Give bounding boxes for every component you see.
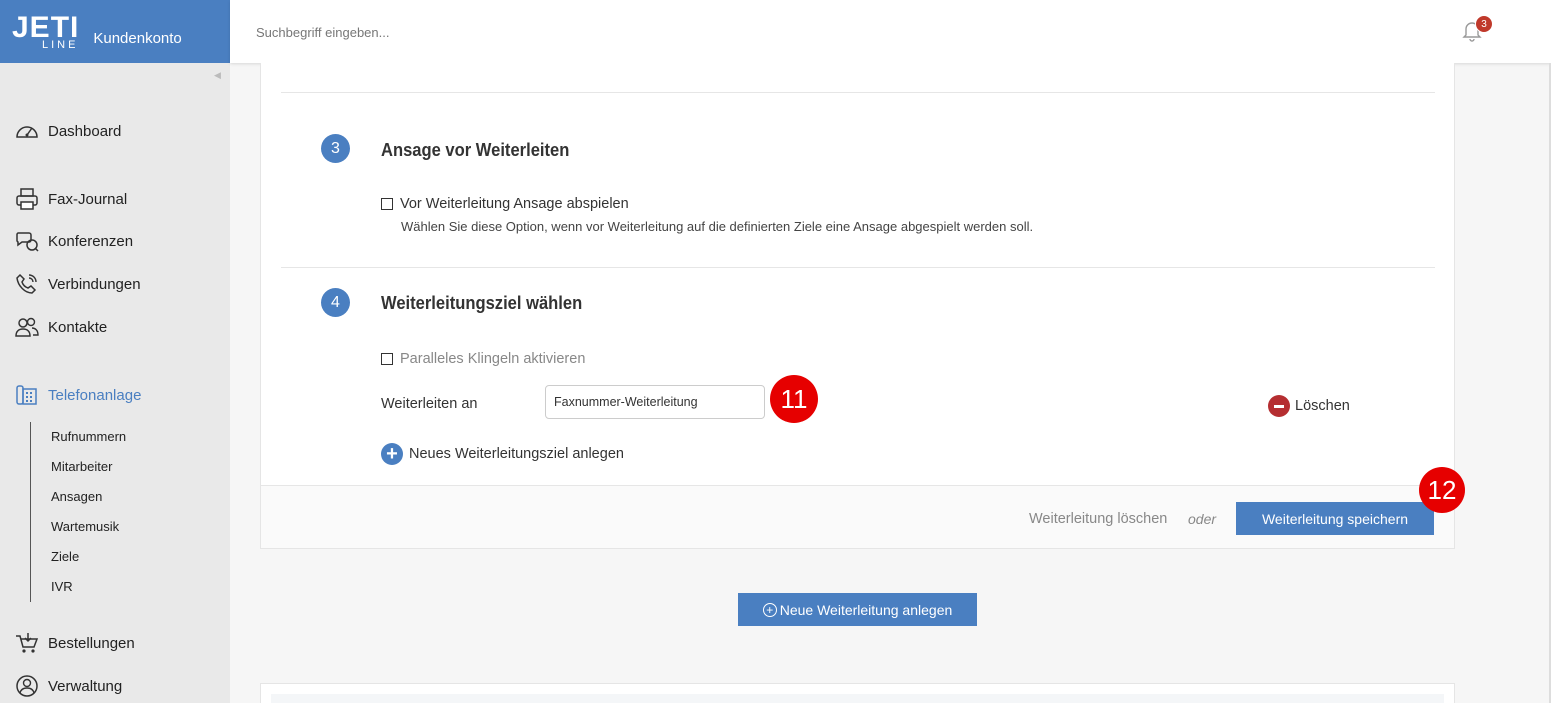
add-target-button[interactable]: + Neues Weiterleitungsziel anlegen <box>381 443 624 465</box>
minus-circle-icon <box>1268 395 1290 417</box>
subnav-item-ziele[interactable]: Ziele <box>51 549 79 564</box>
sidebar-item-kontakte[interactable]: Kontakte <box>14 315 107 339</box>
sidebar-item-verwaltung[interactable]: Verwaltung <box>14 674 122 698</box>
plus-circle-icon: + <box>381 443 403 465</box>
forwarding-card: 3 Ansage vor Weiterleiten Vor Weiterleit… <box>260 63 1465 549</box>
or-label: oder <box>1188 511 1217 527</box>
sidebar-item-label: Kontakte <box>48 318 108 336</box>
add-target-label: Neues Weiterleitungsziel anlegen <box>409 446 624 462</box>
section-title-ansage: Ansage vor Weiterleiten <box>381 140 570 160</box>
parallel-ringing-checkbox[interactable] <box>381 353 393 365</box>
parallel-ringing-label[interactable]: Paralleles Klingeln aktivieren <box>400 351 585 367</box>
sidebar-item-fax-journal[interactable]: Fax-Journal <box>14 187 127 211</box>
divider <box>281 267 1435 268</box>
notification-badge: 3 <box>1475 15 1493 33</box>
admin-icon <box>14 674 40 698</box>
account-label: Kundenkonto <box>93 30 182 47</box>
plus-circle-icon: + <box>762 602 777 617</box>
step-number-4: 4 <box>321 288 350 317</box>
fax-icon <box>14 187 40 211</box>
sidebar-item-label: Verbindungen <box>48 275 141 293</box>
brand-bar[interactable]: JETI LINE Kundenkonto <box>0 0 230 63</box>
section-title-ziel: Weiterleitungsziel wählen <box>381 293 583 313</box>
announcement-checkbox-label[interactable]: Vor Weiterleitung Ansage abspielen <box>400 196 629 212</box>
annotation-marker-11: 11 <box>770 375 818 423</box>
step-number-3: 3 <box>321 134 350 163</box>
collapse-sidebar-icon[interactable]: ◀ <box>214 70 221 81</box>
logo-subtext: LINE <box>42 38 79 51</box>
new-forwarding-button[interactable]: + Neue Weiterleitung anlegen <box>738 593 977 626</box>
sidebar-item-label: Bestellungen <box>48 634 135 652</box>
logo-text: JETI <box>12 10 80 44</box>
annotation-marker-12: 12 <box>1419 467 1465 513</box>
forward-to-label: Weiterleiten an <box>381 396 478 412</box>
sidebar-item-bestellungen[interactable]: Bestellungen <box>14 631 135 655</box>
subnav-item-mitarbeiter[interactable]: Mitarbeiter <box>51 459 112 474</box>
sidebar-item-dashboard[interactable]: Dashboard <box>14 119 121 143</box>
subnav-item-ansagen[interactable]: Ansagen <box>51 489 102 504</box>
sidebar-item-label: Telefonanlage <box>48 386 142 404</box>
save-forwarding-button[interactable]: Weiterleitung speichern <box>1236 502 1434 535</box>
sidebar-item-telefonanlage[interactable]: Telefonanlage <box>14 383 141 407</box>
sidebar-item-label: Fax-Journal <box>48 190 128 208</box>
subnav-item-rufnummern[interactable]: Rufnummern <box>51 429 126 444</box>
sidebar-item-label: Verwaltung <box>48 677 123 695</box>
sidebar: JETI LINE Kundenkonto ◀ Dashboard Fax-Jo… <box>0 0 230 703</box>
conference-icon <box>14 229 40 253</box>
telefonanlage-subnav: Rufnummern Mitarbeiter Ansagen Wartemusi… <box>30 422 220 602</box>
sidebar-item-verbindungen[interactable]: Verbindungen <box>14 272 141 296</box>
next-card <box>260 683 1455 703</box>
subnav-item-ivr[interactable]: IVR <box>51 579 73 594</box>
subnav-item-wartemusik[interactable]: Wartemusik <box>51 519 119 534</box>
phone-icon <box>14 272 40 296</box>
new-forwarding-label: Neue Weiterleitung anlegen <box>779 601 953 618</box>
announcement-hint: Wählen Sie diese Option, wenn vor Weiter… <box>401 219 1034 234</box>
card-footer: Weiterleitung löschen oder Weiterleitung… <box>261 485 1454 548</box>
forward-target-input[interactable] <box>545 385 765 419</box>
announcement-checkbox[interactable] <box>381 198 393 210</box>
pbx-icon <box>14 383 40 407</box>
delete-target-button[interactable]: Löschen <box>1268 395 1350 417</box>
top-header: 3 <box>230 0 1551 63</box>
sidebar-item-label: Konferenzen <box>48 232 134 250</box>
sidebar-item-label: Dashboard <box>48 122 122 140</box>
jetiline-logo: JETI LINE <box>12 10 80 51</box>
delete-forwarding-link[interactable]: Weiterleitung löschen <box>1029 511 1167 527</box>
divider <box>281 92 1435 93</box>
sidebar-item-konferenzen[interactable]: Konferenzen <box>14 229 133 253</box>
cart-icon <box>14 631 40 655</box>
next-card-content <box>271 694 1444 703</box>
search-input[interactable] <box>256 22 756 42</box>
speedometer-icon <box>14 119 40 143</box>
contacts-icon <box>14 315 40 339</box>
delete-target-label: Löschen <box>1295 398 1350 414</box>
